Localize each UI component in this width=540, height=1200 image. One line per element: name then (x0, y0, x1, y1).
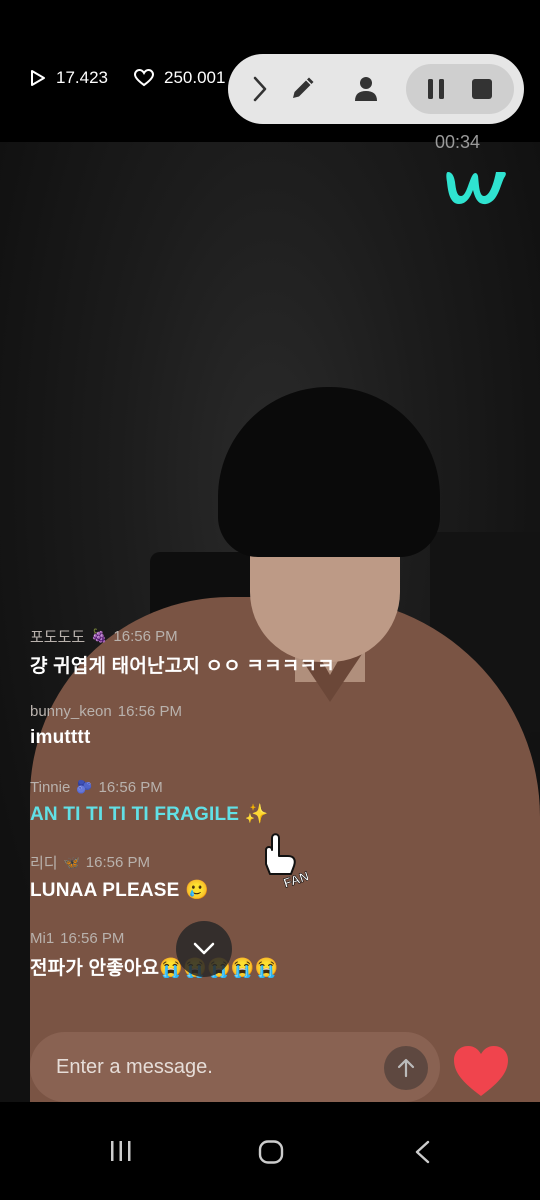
streamer-hair (218, 387, 440, 557)
like-count: 250.001 (134, 68, 225, 88)
recorder-pause-button[interactable] (418, 54, 454, 124)
recording-timer: 00:34 (435, 132, 481, 152)
chat-time: 16:56 PM (60, 929, 125, 947)
chat-text: 전파가 안좋아요😭😭😭😭😭 (30, 958, 279, 979)
home-icon[interactable] (258, 1140, 284, 1164)
heart-like-button[interactable] (452, 1044, 510, 1098)
chat-username: 포도도도 (30, 628, 86, 646)
chat-message: Mi1 16:56 PM 전파가 안좋아요😭😭😭😭😭 (30, 927, 500, 1003)
recorder-collapse-button[interactable] (246, 54, 274, 124)
like-count-value: 250.001 (164, 68, 226, 87)
heart-outline-icon (134, 69, 154, 87)
top-bar: 17.423 250.001 (0, 0, 540, 142)
pause-icon (428, 79, 444, 99)
chat-user-emoji: 🍇 (91, 628, 108, 643)
chat-username: bunny_keon (30, 703, 112, 720)
chat-time: 16:56 PM (113, 627, 178, 645)
chat-text: 걍 귀엽게 태어난고지 ㅇㅇ ㅋㅋㅋㅋㅋ (30, 656, 335, 677)
chat-user-emoji: 🦋 (63, 854, 80, 870)
fan-badge-icon: FAN (265, 833, 308, 891)
chat-text-highlighted: AN TI TI TI TI FRAGILE ✨ (30, 804, 269, 825)
recent-apps-icon[interactable] (110, 1140, 132, 1162)
arrow-up-icon (397, 1058, 415, 1078)
chat-username: 리디 (30, 855, 58, 872)
chat-username: Tinnie (30, 778, 71, 796)
scroll-to-latest-button[interactable] (176, 921, 232, 977)
chat-message: bunny_keon 16:56 PM imutttt (30, 701, 500, 777)
chat-list[interactable]: 포도도도 🍇 16:56 PM 걍 귀엽게 태어난고지 ㅇㅇ ㅋㅋㅋㅋㅋ bunn… (30, 625, 500, 1003)
person-icon (355, 77, 377, 101)
chevron-down-icon (193, 942, 215, 955)
send-button[interactable] (384, 1046, 428, 1090)
message-input-bar (30, 1032, 440, 1102)
recorder-stop-button[interactable] (464, 54, 500, 124)
back-icon[interactable] (414, 1140, 430, 1164)
chat-user-emoji: 🫐 (76, 779, 93, 794)
chat-username: Mi1 (30, 929, 55, 947)
chat-text: imutttt (30, 726, 91, 748)
play-count-value: 17.423 (56, 68, 108, 87)
chat-time: 16:56 PM (98, 778, 163, 796)
weverse-logo (446, 172, 506, 205)
chat-time: 16:56 PM (117, 703, 182, 720)
recorder-draw-button[interactable] (284, 54, 320, 124)
stop-icon (472, 79, 492, 99)
screen-recorder-toolbar (228, 54, 524, 124)
chevron-right-icon (253, 76, 267, 102)
pen-icon (293, 77, 314, 98)
system-navigation-bar (0, 1102, 540, 1200)
chat-message: 포도도도 🍇 16:56 PM 걍 귀엽게 태어난고지 ㅇㅇ ㅋㅋㅋㅋㅋ (30, 625, 500, 701)
play-count: 17.423 (30, 68, 108, 88)
recorder-selfie-button[interactable] (348, 54, 384, 124)
chat-time: 16:56 PM (85, 854, 151, 871)
message-input[interactable] (56, 1050, 366, 1084)
play-icon (31, 70, 45, 86)
